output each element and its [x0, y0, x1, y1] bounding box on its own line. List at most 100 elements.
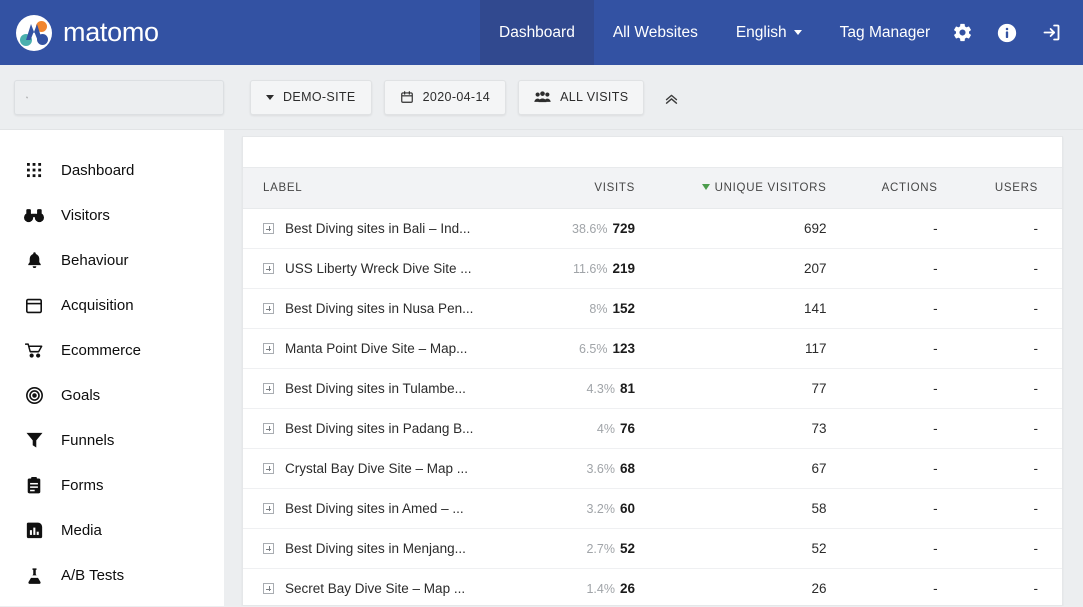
clipboard-icon [24, 477, 44, 494]
row-visits-value: 729 [612, 221, 635, 236]
row-unique-visitors-value: 26 [654, 568, 853, 605]
sign-in-icon[interactable] [1041, 22, 1062, 43]
date-selector-button[interactable]: 2020-04-14 [383, 79, 507, 115]
row-label-cell: USS Liberty Wreck Dive Site ... [243, 248, 547, 289]
visitors-group-icon [534, 91, 551, 103]
sidebar-item-ab-tests-label: A/B Tests [61, 567, 125, 584]
site-selector-label: DEMO-SITE [283, 90, 356, 104]
column-header-actions[interactable]: Actions [852, 167, 974, 209]
column-header-users[interactable]: Users [973, 167, 1062, 209]
row-users-value: - [973, 528, 1062, 569]
sidebar-item-acquisition[interactable]: Acquisition [0, 283, 224, 328]
row-actions-value: - [852, 248, 974, 289]
collapse-toolbar-button[interactable] [658, 84, 684, 110]
column-header-label[interactable]: Label [243, 167, 547, 209]
row-label-text: Best Diving sites in Tulambe... [285, 381, 466, 396]
row-visits-cell: 8% 152 [546, 288, 654, 329]
table-row[interactable]: Best Diving sites in Menjang... 2.7% 52 52-… [243, 528, 1062, 569]
row-visits-cell: 4% 76 [546, 408, 654, 449]
table-head: Label Visits Unique Visitors Actions Use [243, 167, 1062, 209]
row-visits-percent: 1.4% [586, 582, 615, 596]
sidebar-item-media-label: Media [61, 522, 102, 539]
sidebar-item-ecommerce[interactable]: Ecommerce [0, 328, 224, 373]
sidebar-item-visitors[interactable]: Visitors [0, 193, 224, 238]
sidebar-item-ecommerce-label: Ecommerce [61, 342, 142, 359]
column-header-visits[interactable]: Visits [546, 167, 654, 209]
table-row[interactable]: Best Diving sites in Amed – ... 3.2% 60 58-… [243, 488, 1062, 529]
row-expand-icon[interactable] [263, 303, 274, 314]
row-expand-icon[interactable] [263, 543, 274, 554]
row-label-text: Best Diving sites in Padang B... [285, 421, 474, 436]
nav-item-dashboard-label: Dashboard [499, 23, 575, 41]
row-unique-visitors-value: 207 [654, 248, 853, 289]
nav-item-tag-manager[interactable]: Tag Manager [821, 0, 949, 65]
row-users-value: - [973, 248, 1062, 289]
row-expand-icon[interactable] [263, 423, 274, 434]
row-expand-icon[interactable] [263, 503, 274, 514]
sidebar-item-dashboard-label: Dashboard [61, 162, 135, 179]
date-selector-label: 2020-04-14 [422, 90, 491, 104]
row-label-text: Crystal Bay Dive Site – Map ... [285, 461, 469, 476]
row-users-value: - [973, 208, 1062, 249]
search-box[interactable] [14, 79, 224, 115]
nav-item-all-websites[interactable]: All Websites [594, 0, 717, 65]
row-visits-value: 60 [619, 501, 635, 516]
sidebar-item-funnels-label: Funnels [61, 432, 115, 449]
report-data-table: Label Visits Unique Visitors Actions Use [243, 167, 1062, 605]
segment-selector-button[interactable]: ALL VISITS [518, 79, 645, 115]
row-actions-value: - [852, 328, 974, 369]
table-row[interactable]: Crystal Bay Dive Site – Map ... 3.6% 68 67-… [243, 448, 1062, 489]
row-visits-value: 81 [619, 381, 635, 396]
main-content: Label Visits Unique Visitors Actions Use [224, 130, 1083, 606]
table-row[interactable]: Manta Point Dive Site – Map... 6.5% 123 117… [243, 328, 1062, 369]
info-icon[interactable] [997, 23, 1017, 43]
nav-item-language-selector[interactable]: English [717, 0, 821, 65]
row-actions-value: - [852, 488, 974, 529]
media-play-icon [24, 522, 44, 539]
site-selector-button[interactable]: DEMO-SITE [250, 79, 372, 115]
row-expand-icon[interactable] [263, 583, 274, 594]
column-header-unique-visitors[interactable]: Unique Visitors [654, 167, 853, 209]
table-row[interactable]: USS Liberty Wreck Dive Site ... 11.6% 219 2… [243, 248, 1062, 289]
brand-logo[interactable]: matomo [0, 0, 480, 65]
nav-item-dashboard[interactable]: Dashboard [480, 0, 594, 65]
table-row[interactable]: Best Diving sites in Padang B... 4% 76 73- - [243, 408, 1062, 449]
row-actions-value: - [852, 408, 974, 449]
row-visits-percent: 3.6% [586, 462, 615, 476]
table-header-row: Label Visits Unique Visitors Actions Use [243, 167, 1062, 209]
row-label-cell: Best Diving sites in Tulambe... [243, 368, 547, 409]
sidebar-item-behaviour[interactable]: Behaviour [0, 238, 224, 283]
sidebar-item-funnels[interactable]: Funnels [0, 418, 224, 463]
row-label-text: Best Diving sites in Menjang... [285, 541, 466, 556]
row-expand-icon[interactable] [263, 223, 274, 234]
sidebar-item-media[interactable]: Media [0, 508, 224, 553]
row-expand-icon[interactable] [263, 263, 274, 274]
sidebar-item-ab-tests[interactable]: A/B Tests [0, 553, 224, 598]
row-actions-value: - [852, 368, 974, 409]
sidebar-item-behaviour-label: Behaviour [61, 252, 129, 269]
table-row[interactable]: Best Diving sites in Nusa Pen... 8% 152 141… [243, 288, 1062, 329]
row-users-value: - [973, 408, 1062, 449]
row-visits-cell: 38.6% 729 [546, 208, 654, 249]
table-row[interactable]: Best Diving sites in Tulambe... 4.3% 81 77-… [243, 368, 1062, 409]
matomo-logo-icon [16, 14, 52, 51]
table-row[interactable]: Secret Bay Dive Site – Map ... 1.4% 26 26- - [243, 568, 1062, 605]
row-label-cell: Crystal Bay Dive Site – Map ... [243, 448, 547, 489]
sidebar-item-goals[interactable]: Goals [0, 373, 224, 418]
gear-icon[interactable] [952, 22, 973, 43]
sidebar-item-dashboard[interactable]: Dashboard [0, 148, 224, 193]
row-expand-icon[interactable] [263, 343, 274, 354]
sidebar-item-acquisition-label: Acquisition [61, 297, 134, 314]
table-row[interactable]: Best Diving sites in Bali – Ind... 38.6% 7… [243, 208, 1062, 249]
table-body: Best Diving sites in Bali – Ind... 38.6% 7… [243, 208, 1062, 605]
sidebar-item-visitors-label: Visitors [61, 207, 110, 224]
row-expand-icon[interactable] [263, 463, 274, 474]
sidebar-item-forms[interactable]: Forms [0, 463, 224, 508]
top-navigation-bar: matomo Dashboard All Websites English Ta… [0, 0, 1083, 65]
row-visits-percent: 38.6% [572, 222, 608, 236]
row-visits-cell: 3.6% 68 [546, 448, 654, 489]
search-input[interactable] [36, 89, 212, 105]
row-expand-icon[interactable] [263, 383, 274, 394]
calendar-icon [400, 91, 413, 103]
grid-icon [24, 163, 44, 178]
